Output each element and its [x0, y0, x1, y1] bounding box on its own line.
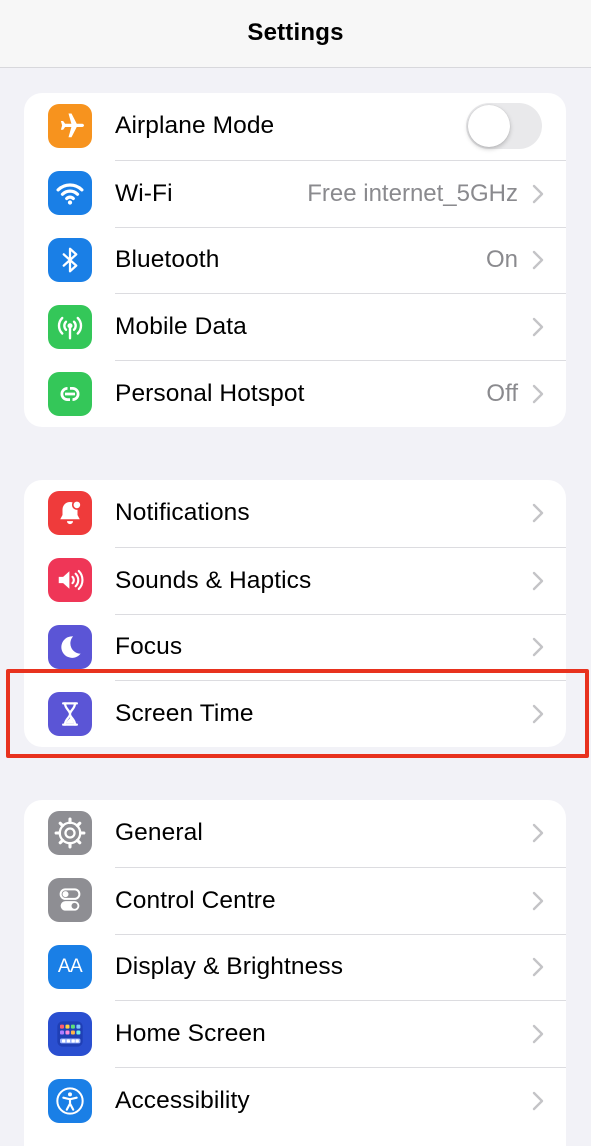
chevron-right-icon — [532, 891, 544, 910]
chevron-right-icon — [532, 251, 544, 270]
row-notifications[interactable]: Notifications — [24, 480, 566, 547]
notifications-group: Notifications Sounds & Haptics Focus Scr… — [24, 480, 566, 748]
row-label: Sounds & Haptics — [115, 566, 312, 594]
text-size-glyph: AA — [57, 955, 83, 977]
row-sounds-haptics[interactable]: Sounds & Haptics — [24, 546, 566, 614]
bluetooth-status-value: On — [485, 246, 518, 274]
moon-icon — [48, 624, 92, 669]
row-mobile-data[interactable]: Mobile Data — [24, 293, 566, 360]
chevron-right-icon — [532, 318, 544, 337]
switches-icon — [48, 878, 92, 923]
row-label: Control Centre — [115, 886, 276, 914]
navigation-bar: Settings — [0, 0, 591, 68]
text-size-icon: AA — [48, 944, 92, 989]
chevron-right-icon — [532, 705, 544, 724]
connectivity-group: Airplane Mode Wi-Fi Free internet_5GHz B… — [24, 93, 566, 427]
home-grid-icon — [48, 1011, 92, 1056]
row-bluetooth[interactable]: Bluetooth On — [24, 226, 566, 294]
row-label: Personal Hotspot — [115, 380, 305, 408]
row-label: Focus — [115, 633, 183, 661]
row-label: Wi-Fi — [115, 179, 173, 207]
accessibility-icon — [48, 1078, 92, 1123]
antenna-icon — [48, 304, 92, 349]
row-label: Accessibility — [115, 1087, 250, 1115]
bell-icon — [48, 491, 92, 536]
chevron-right-icon — [532, 638, 544, 657]
bluetooth-icon — [48, 237, 92, 282]
row-label: Mobile Data — [115, 313, 247, 341]
chevron-right-icon — [532, 184, 544, 203]
hotspot-icon — [48, 371, 92, 416]
chevron-right-icon — [532, 958, 544, 977]
row-personal-hotspot[interactable]: Personal Hotspot Off — [24, 360, 566, 427]
row-wifi[interactable]: Wi-Fi Free internet_5GHz — [24, 159, 566, 227]
chevron-right-icon — [532, 1025, 544, 1044]
speaker-icon — [48, 558, 92, 603]
row-focus[interactable]: Focus — [24, 613, 566, 681]
chevron-right-icon — [532, 1091, 544, 1111]
chevron-right-icon — [532, 384, 544, 404]
row-label: Screen Time — [115, 700, 254, 728]
row-screen-time[interactable]: Screen Time — [24, 680, 566, 747]
page-title: Settings — [247, 18, 344, 46]
hotspot-status-value: Off — [486, 380, 518, 408]
row-label: Airplane Mode — [115, 112, 275, 140]
row-control-centre[interactable]: Control Centre — [24, 866, 566, 934]
row-display-brightness[interactable]: AA Display & Brightness — [24, 933, 566, 1001]
general-group: General Control Centre AA Display & Brig… — [24, 800, 566, 1146]
row-general[interactable]: General — [24, 800, 566, 867]
toggle-knob — [468, 105, 510, 148]
row-label: Notifications — [115, 499, 250, 527]
row-home-screen[interactable]: Home Screen — [24, 1000, 566, 1067]
row-airplane-mode[interactable]: Airplane Mode — [24, 93, 566, 160]
row-label: Bluetooth — [115, 246, 220, 274]
chevron-right-icon — [532, 571, 544, 590]
airplane-mode-toggle[interactable] — [466, 103, 542, 150]
row-label: General — [115, 819, 203, 847]
wifi-icon — [48, 171, 92, 216]
airplane-icon — [48, 104, 92, 149]
row-accessibility[interactable]: Accessibility — [24, 1067, 566, 1134]
gear-icon — [48, 811, 92, 856]
hourglass-icon — [48, 691, 92, 736]
row-label: Display & Brightness — [115, 953, 344, 981]
row-label: Home Screen — [115, 1020, 266, 1048]
chevron-right-icon — [532, 504, 544, 523]
chevron-right-icon — [532, 824, 544, 843]
wifi-network-value: Free internet_5GHz — [307, 179, 518, 207]
